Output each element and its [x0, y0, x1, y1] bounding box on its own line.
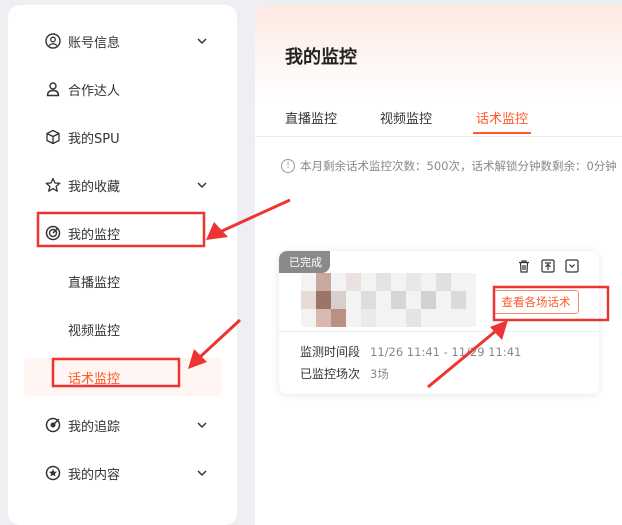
sidebar-subitem-script-monitoring[interactable]: 话术监控 — [24, 358, 222, 396]
radar-icon — [45, 225, 61, 241]
pin-top-icon[interactable] — [541, 259, 555, 273]
sidebar-item-my-monitoring[interactable]: 我的监控 — [8, 213, 237, 253]
quota-notice: ! 本月剩余话术监控次数：500次，话术解锁分钟数剩余：0分钟 — [281, 158, 617, 174]
sidebar-item-label: 合作达人 — [68, 83, 121, 99]
active-tab-indicator — [473, 132, 531, 134]
blurred-thumbnail — [301, 273, 476, 327]
sidebar-item-partner-talent[interactable]: 合作达人 — [8, 69, 237, 109]
sidebar-subitem-video-monitoring[interactable]: 视频监控 — [8, 311, 237, 347]
expand-icon[interactable] — [565, 259, 579, 273]
sidebar-item-favorites[interactable]: 我的收藏 — [8, 165, 237, 205]
chevron-down-icon — [196, 179, 208, 191]
card-divider — [279, 331, 599, 332]
sidebar-item-label: 账号信息 — [68, 35, 121, 51]
quota-notice-text: 本月剩余话术监控次数：500次，话术解锁分钟数剩余：0分钟 — [300, 159, 617, 173]
chevron-down-icon — [196, 419, 208, 431]
sidebar-item-label: 我的内容 — [68, 467, 121, 483]
monitor-period-label: 监测时间段 — [300, 345, 361, 359]
sidebar-subitem-live-monitoring[interactable]: 直播监控 — [8, 263, 237, 299]
monitoring-card: 已完成 查看各场话术 监测时间段 11/26 11:41 - 11/29 11:… — [279, 251, 599, 394]
card-actions — [517, 259, 579, 273]
sidebar-subitem-label: 直播监控 — [68, 275, 121, 291]
person-icon — [45, 81, 61, 97]
sidebar-item-label: 我的SPU — [68, 131, 120, 147]
sidebar-item-label: 我的监控 — [68, 227, 121, 243]
sidebar-item-account-info[interactable]: 账号信息 — [8, 21, 237, 61]
view-sessions-button[interactable]: 查看各场话术 — [493, 290, 579, 314]
main-panel: 我的监控 直播监控 视频监控 话术监控 ! 本月剩余话术监控次数：500次，话术… — [255, 5, 622, 525]
target-icon — [45, 417, 61, 433]
sessions-row: 已监控场次 3场 — [300, 365, 389, 382]
sidebar: 账号信息 合作达人 我的SPU 我的收藏 我的监控 直播监控 视频监控 话术监控… — [8, 5, 237, 525]
star-icon — [45, 177, 61, 193]
delete-icon[interactable] — [517, 259, 531, 273]
tab-live-monitoring[interactable]: 直播监控 — [285, 108, 337, 127]
sidebar-subitem-label: 视频监控 — [68, 323, 121, 339]
info-icon: ! — [281, 159, 295, 173]
monitor-period-row: 监测时间段 11/26 11:41 - 11/29 11:41 — [300, 343, 521, 360]
star-badge-icon — [45, 465, 61, 481]
page-title: 我的监控 — [285, 47, 357, 68]
sidebar-subitem-label: 话术监控 — [68, 371, 121, 387]
sidebar-item-label: 我的追踪 — [68, 419, 121, 435]
box-icon — [45, 129, 61, 145]
tab-divider — [255, 136, 622, 137]
tab-video-monitoring[interactable]: 视频监控 — [380, 108, 432, 127]
tab-script-monitoring[interactable]: 话术监控 — [476, 108, 528, 127]
sidebar-item-my-content[interactable]: 我的内容 — [8, 453, 237, 493]
monitor-period-value: 11/26 11:41 - 11/29 11:41 — [370, 345, 522, 359]
sessions-label: 已监控场次 — [300, 367, 361, 381]
user-circle-icon — [45, 33, 61, 49]
sidebar-item-my-tracking[interactable]: 我的追踪 — [8, 405, 237, 445]
sidebar-item-label: 我的收藏 — [68, 179, 121, 195]
sessions-value: 3场 — [370, 367, 389, 381]
status-badge: 已完成 — [279, 251, 330, 273]
chevron-down-icon — [196, 467, 208, 479]
sidebar-item-my-spu[interactable]: 我的SPU — [8, 117, 237, 157]
chevron-down-icon — [196, 35, 208, 47]
